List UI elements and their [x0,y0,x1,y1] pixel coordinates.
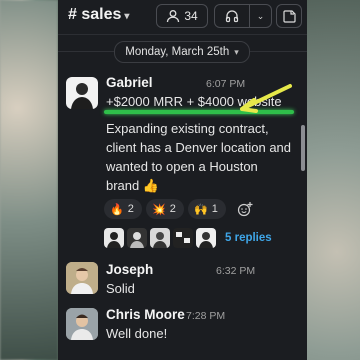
message-line: wanted to open a Houston [106,159,258,174]
huddle-button[interactable]: ⌄ [214,4,272,28]
date-divider-button[interactable]: Monday, March 25th ▾ [114,41,250,63]
message-line: brand 👍 [106,178,160,193]
date-label: Monday, March 25th [125,46,230,58]
add-reaction-button[interactable] [234,199,256,219]
reaction-count: 2 [169,203,176,215]
canvas-button[interactable] [276,4,302,28]
background-right [302,0,360,360]
canvas-icon [282,9,296,23]
raised-hands-icon: 🙌 [194,203,208,216]
chevron-down-icon: ▾ [124,11,130,22]
reply-avatar [104,228,124,248]
background-left [0,0,58,360]
add-emoji-icon [237,202,253,217]
reaction-collision[interactable]: 💥 2 [146,199,184,219]
headphones-icon[interactable] [215,5,250,27]
message-author[interactable]: Joseph [106,262,153,277]
slack-window: # sales ▾ 34 ⌄ Monday, March 25th ▾ Gabri… [58,0,307,360]
reply-avatar [196,228,216,248]
channel-name-button[interactable]: # sales ▾ [68,6,129,24]
message-author[interactable]: Gabriel [106,75,153,90]
avatar[interactable] [66,77,98,109]
message-line: client has a Denver location and [106,140,292,155]
reaction-raised-hands[interactable]: 🙌 1 [188,199,226,219]
message-author[interactable]: Chris Moore [106,307,185,322]
reaction-count: 2 [127,203,134,215]
avatar[interactable] [66,262,98,294]
channel-header: # sales ▾ 34 ⌄ [58,0,307,35]
member-count: 34 [184,9,198,23]
reply-avatar [150,228,170,248]
members-button[interactable]: 34 [156,4,208,28]
replies-link[interactable]: 5 replies [225,232,272,244]
reaction-fire[interactable]: 🔥 2 [104,199,142,219]
collision-icon: 💥 [152,203,166,216]
scrollbar-thumb[interactable] [301,125,305,171]
chevron-down-icon: ▾ [234,46,239,57]
message-line: Well done! [106,326,168,341]
reply-avatar [127,228,147,248]
reply-avatar [173,228,193,248]
arrow-annotation-icon [240,84,292,113]
message-timestamp[interactable]: 6:32 PM [216,265,255,277]
message-line: Expanding existing contract, [106,121,269,136]
message-timestamp[interactable]: 7:28 PM [186,310,225,322]
chevron-down-icon[interactable]: ⌄ [250,11,271,22]
reaction-count: 1 [211,203,218,215]
channel-name: # sales [68,6,122,23]
message-line: Solid [106,281,135,296]
fire-icon: 🔥 [110,203,124,216]
person-icon [167,10,180,23]
avatar[interactable] [66,308,98,340]
thread-replies[interactable]: 5 replies [104,227,272,249]
